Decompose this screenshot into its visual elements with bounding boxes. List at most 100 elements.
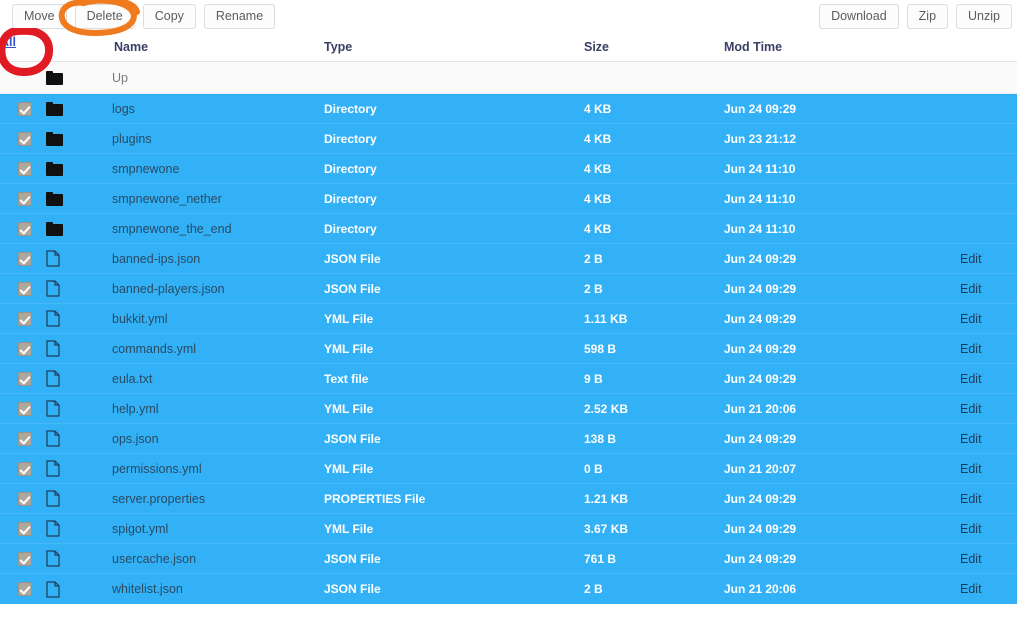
row-checkbox[interactable] <box>18 371 32 386</box>
table-row[interactable]: bukkit.yml YML File 1.11 KB Jun 24 09:29 Edi… <box>0 304 1017 334</box>
unzip-button[interactable]: Unzip <box>956 4 1012 29</box>
table-row[interactable]: smpnewone_the_end Directory 4 KB Jun 24 11:… <box>0 214 1017 244</box>
row-mod-time: Jun 24 09:29 <box>724 521 797 536</box>
row-checkbox-cell <box>16 544 34 573</box>
row-checkbox[interactable] <box>18 521 32 536</box>
row-name[interactable]: Up <box>112 62 128 93</box>
row-edit-link[interactable]: Edit <box>960 244 982 273</box>
file-icon <box>46 370 60 387</box>
row-size: 761 B <box>584 551 617 566</box>
row-name[interactable]: plugins <box>112 124 152 153</box>
row-size: 598 B <box>584 341 617 356</box>
table-row[interactable]: banned-players.json JSON File 2 B Jun 24 09… <box>0 274 1017 304</box>
row-icon-cell <box>46 484 68 513</box>
row-edit-link[interactable]: Edit <box>960 304 982 333</box>
delete-button[interactable]: Delete <box>74 4 135 29</box>
row-checkbox-cell <box>16 574 34 604</box>
row-size: 3.67 KB <box>584 521 629 536</box>
row-name[interactable]: commands.yml <box>112 334 196 363</box>
row-name[interactable]: smpnewone <box>112 154 179 183</box>
row-icon-cell <box>46 304 68 333</box>
table-row[interactable]: smpnewone_nether Directory 4 KB Jun 24 11:1… <box>0 184 1017 214</box>
row-checkbox[interactable] <box>18 461 32 476</box>
row-name[interactable]: usercache.json <box>112 544 196 573</box>
row-checkbox-cell <box>16 454 34 483</box>
row-edit-link[interactable]: Edit <box>960 574 982 604</box>
row-checkbox[interactable] <box>18 311 32 326</box>
row-checkbox[interactable] <box>18 251 32 266</box>
row-checkbox[interactable] <box>18 161 32 176</box>
zip-button[interactable]: Zip <box>906 4 949 29</box>
rename-button[interactable]: Rename <box>203 4 276 29</box>
row-icon-cell <box>46 244 68 273</box>
row-edit-link[interactable]: Edit <box>960 484 982 513</box>
row-size: 2 B <box>584 251 603 266</box>
table-row[interactable]: commands.yml YML File 598 B Jun 24 09:29 Edi… <box>0 334 1017 364</box>
row-checkbox[interactable] <box>18 281 32 296</box>
row-checkbox[interactable] <box>18 431 32 446</box>
table-row[interactable]: permissions.yml YML File 0 B Jun 21 20:07 Ed… <box>0 454 1017 484</box>
table-row[interactable]: spigot.yml YML File 3.67 KB Jun 24 09:29 Edi… <box>0 514 1017 544</box>
file-icon <box>46 250 60 267</box>
download-button[interactable]: Download <box>819 4 899 29</box>
table-row[interactable]: ops.json JSON File 138 B Jun 24 09:29 Edit <box>0 424 1017 454</box>
row-checkbox-cell <box>16 214 34 243</box>
row-checkbox[interactable] <box>18 131 32 146</box>
row-checkbox[interactable] <box>18 491 32 506</box>
row-type: JSON File <box>324 281 381 296</box>
column-header-size[interactable]: Size <box>584 40 609 54</box>
row-edit-link[interactable]: Edit <box>960 274 982 303</box>
row-edit-link[interactable]: Edit <box>960 514 982 543</box>
row-type: YML File <box>324 461 374 476</box>
row-checkbox[interactable] <box>18 401 32 416</box>
copy-button[interactable]: Copy <box>142 4 196 29</box>
table-row[interactable]: smpnewone Directory 4 KB Jun 24 11:10 <box>0 154 1017 184</box>
table-row[interactable]: whitelist.json JSON File 2 B Jun 21 20:06 Ed… <box>0 574 1017 604</box>
row-checkbox[interactable] <box>18 221 32 236</box>
row-checkbox[interactable] <box>18 341 32 356</box>
row-checkbox[interactable] <box>18 582 32 596</box>
table-row[interactable]: usercache.json JSON File 761 B Jun 24 09:29… <box>0 544 1017 574</box>
row-type: Directory <box>324 221 377 236</box>
row-checkbox[interactable] <box>18 101 32 116</box>
row-edit-link[interactable]: Edit <box>960 364 982 393</box>
move-button[interactable]: Move <box>12 4 67 29</box>
table-row[interactable]: banned-ips.json JSON File 2 B Jun 24 09:29 E… <box>0 244 1017 274</box>
row-checkbox[interactable] <box>18 551 32 566</box>
row-name[interactable]: ops.json <box>112 424 159 453</box>
row-name[interactable]: server.properties <box>112 484 205 513</box>
row-name[interactable]: banned-ips.json <box>112 244 200 273</box>
row-name[interactable]: smpnewone_nether <box>112 184 222 213</box>
row-name[interactable]: bukkit.yml <box>112 304 168 333</box>
column-header-type[interactable]: Type <box>324 40 352 54</box>
row-type: Directory <box>324 161 377 176</box>
row-edit-link[interactable]: Edit <box>960 424 982 453</box>
row-name[interactable]: eula.txt <box>112 364 152 393</box>
column-header-name[interactable]: Name <box>114 40 148 54</box>
folder-icon <box>46 101 63 116</box>
table-row[interactable]: server.properties PROPERTIES File 1.21 KB J… <box>0 484 1017 514</box>
row-name[interactable]: banned-players.json <box>112 274 225 303</box>
row-checkbox[interactable] <box>18 191 32 206</box>
row-checkbox-cell <box>16 94 34 123</box>
row-icon-cell <box>46 184 68 213</box>
column-header-mod-time[interactable]: Mod Time <box>724 40 782 54</box>
row-name[interactable]: whitelist.json <box>112 574 183 604</box>
row-edit-link[interactable]: Edit <box>960 454 982 483</box>
row-name[interactable]: logs <box>112 94 135 123</box>
row-name[interactable]: smpnewone_the_end <box>112 214 232 243</box>
row-name[interactable]: spigot.yml <box>112 514 168 543</box>
table-row-up[interactable]: Up <box>0 62 1017 94</box>
table-row[interactable]: logs Directory 4 KB Jun 24 09:29 <box>0 94 1017 124</box>
row-edit-link[interactable]: Edit <box>960 544 982 573</box>
row-name[interactable]: permissions.yml <box>112 454 202 483</box>
row-name[interactable]: help.yml <box>112 394 159 423</box>
file-icon <box>46 430 60 447</box>
table-header: All Name Type Size Mod Time <box>0 33 1017 62</box>
select-all-link[interactable]: All <box>0 35 16 49</box>
table-row[interactable]: plugins Directory 4 KB Jun 23 21:12 <box>0 124 1017 154</box>
table-row[interactable]: eula.txt Text file 9 B Jun 24 09:29 Edit <box>0 364 1017 394</box>
row-edit-link[interactable]: Edit <box>960 334 982 363</box>
row-edit-link[interactable]: Edit <box>960 394 982 423</box>
table-row[interactable]: help.yml YML File 2.52 KB Jun 21 20:06 Edit <box>0 394 1017 424</box>
